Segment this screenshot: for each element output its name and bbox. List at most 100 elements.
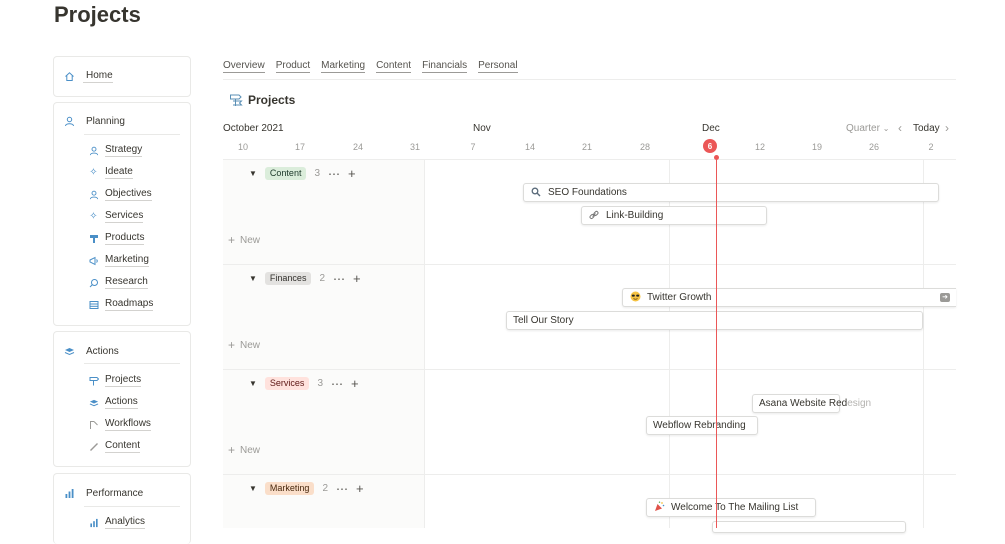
sidebar-item-products[interactable]: Products (88, 232, 145, 245)
sidebar-item-strategy[interactable]: Strategy (88, 144, 143, 157)
sidebar-item-analytics[interactable]: Analytics (88, 516, 146, 529)
more-icon[interactable]: ⋯ (333, 272, 345, 286)
sidebar-item-objectives[interactable]: Objectives (88, 188, 152, 201)
sidebar-home-card: Home (53, 56, 191, 97)
plus-icon[interactable]: + (348, 166, 356, 181)
sidebar-item-research[interactable]: Research (88, 276, 148, 289)
new-item-button[interactable]: + New (228, 443, 260, 457)
timeline-bar-twitter-growth[interactable]: Twitter Growth ➜ (622, 288, 956, 307)
sidebar-section-actions[interactable]: Actions (64, 346, 119, 357)
sidebar-item-label: Home (83, 70, 113, 83)
person-icon (88, 145, 99, 156)
sidebar-item-label: Actions (105, 396, 138, 409)
plus-icon: + (228, 443, 236, 457)
triangle-down-icon[interactable]: ▼ (249, 379, 257, 388)
plus-icon[interactable]: + (353, 271, 361, 286)
sidebar-section-performance[interactable]: Performance (64, 488, 143, 499)
more-icon[interactable]: ⋯ (331, 377, 343, 391)
view-range-dropdown[interactable]: Quarter ⌄ (846, 123, 889, 134)
timeline-bar-link-building[interactable]: Link-Building (581, 206, 767, 225)
plus-icon[interactable]: + (351, 376, 359, 391)
signpost-icon (229, 93, 243, 107)
plus-icon: + (228, 233, 236, 247)
divider (84, 134, 180, 135)
timeline-bar-asana-website-redesign[interactable]: Asana Website Redesign (752, 394, 871, 413)
pen-icon (88, 441, 99, 452)
group-header-marketing: ▼ Marketing 2 ⋯ + (249, 481, 364, 496)
timeline-bar-webflow-rebranding[interactable]: Webflow Rebranding (646, 416, 758, 435)
sidebar-item-roadmaps[interactable]: Roadmaps (88, 298, 154, 311)
sidebar-item-content[interactable]: Content (88, 440, 141, 453)
tab-financials[interactable]: Financials (422, 59, 468, 73)
sparkle-icon: ✧ (89, 167, 98, 178)
sidebar-planning-card: Planning Strategy ✧ Ideate Objectives ✧ … (53, 102, 191, 326)
arrow-right-icon[interactable]: ➜ (940, 293, 950, 302)
flow-icon (88, 419, 99, 430)
timeline-bar-partial[interactable] (712, 521, 906, 533)
day-label: 2 (928, 142, 934, 152)
person-icon (88, 189, 99, 200)
chevron-right-icon[interactable]: › (945, 121, 949, 135)
sidebar-item-home[interactable]: Home (64, 70, 113, 83)
link-icon (588, 210, 600, 222)
today-button[interactable]: Today (913, 123, 940, 134)
day-label: 17 (294, 142, 305, 152)
day-label: 31 (409, 142, 420, 152)
sidebar-item-ideate[interactable]: ✧ Ideate (88, 166, 133, 179)
tab-overview[interactable]: Overview (223, 59, 265, 73)
new-item-button[interactable]: + New (228, 233, 260, 247)
bar-chart-icon (88, 517, 99, 528)
tab-bar: Overview Product Marketing Content Finan… (223, 59, 518, 73)
group-count: 2 (322, 483, 328, 494)
new-item-button[interactable]: + New (228, 338, 260, 352)
triangle-down-icon[interactable]: ▼ (249, 169, 257, 178)
chevron-left-icon[interactable]: ‹ (898, 121, 902, 135)
sidebar-item-label: Research (105, 276, 148, 289)
sidebar-item-projects[interactable]: Projects (88, 374, 142, 387)
tab-content[interactable]: Content (376, 59, 412, 73)
more-icon[interactable]: ⋯ (328, 167, 340, 181)
group-divider (223, 264, 956, 265)
sidebar-section-planning[interactable]: Planning (64, 116, 125, 127)
bar-label-overflow: esign (847, 398, 872, 409)
sidebar-item-marketing[interactable]: Marketing (88, 254, 149, 267)
bar-label: Asana Website Redesign (759, 398, 871, 409)
bar-label-visible: Asana Website Red (759, 398, 848, 409)
today-marker: 6 (703, 139, 717, 153)
sidebar-item-label: Analytics (105, 516, 146, 529)
today-line-dot (714, 155, 719, 160)
timeline-bar-tell-our-story[interactable]: Tell Our Story (506, 311, 923, 330)
database-title-text: Projects (248, 93, 296, 107)
sidebar-item-label: Projects (105, 374, 142, 387)
day-label: 7 (470, 142, 476, 152)
timeline-bar-welcome-mailing-list[interactable]: Welcome To The Mailing List (646, 498, 816, 517)
more-icon[interactable]: ⋯ (336, 482, 348, 496)
sidebar-item-label: Strategy (105, 144, 143, 157)
sidebar-item-label: Content (105, 440, 141, 453)
stack-icon (64, 346, 75, 357)
plus-icon[interactable]: + (356, 481, 364, 496)
stack-icon (88, 397, 99, 408)
timeline-bar-seo-foundations[interactable]: SEO Foundations (523, 183, 939, 202)
group-tag: Services (264, 377, 310, 390)
chevron-down-icon: ⌄ (882, 124, 890, 133)
group-count: 3 (314, 168, 321, 179)
sidebar-item-label: Objectives (105, 188, 152, 201)
triangle-down-icon[interactable]: ▼ (249, 484, 257, 493)
tab-personal[interactable]: Personal (478, 59, 518, 73)
sidebar-item-actions[interactable]: Actions (88, 396, 138, 409)
sidebar-item-label: Ideate (105, 166, 133, 179)
sidebar-item-services[interactable]: ✧ Services (88, 210, 144, 223)
sparkle-icon: ✧ (89, 211, 98, 222)
database-title[interactable]: Projects (229, 93, 295, 107)
bar-label: SEO Foundations (548, 187, 627, 198)
sidebar-item-workflows[interactable]: Workflows (88, 418, 151, 431)
group-tag: Finances (264, 272, 312, 285)
group-count: 2 (319, 273, 326, 284)
tab-marketing[interactable]: Marketing (321, 59, 366, 73)
month-label-dec: Dec (702, 123, 720, 134)
triangle-down-icon[interactable]: ▼ (249, 274, 257, 283)
sidebar-section-label: Planning (86, 116, 125, 127)
new-label: New (240, 444, 261, 456)
tab-product[interactable]: Product (275, 59, 311, 73)
